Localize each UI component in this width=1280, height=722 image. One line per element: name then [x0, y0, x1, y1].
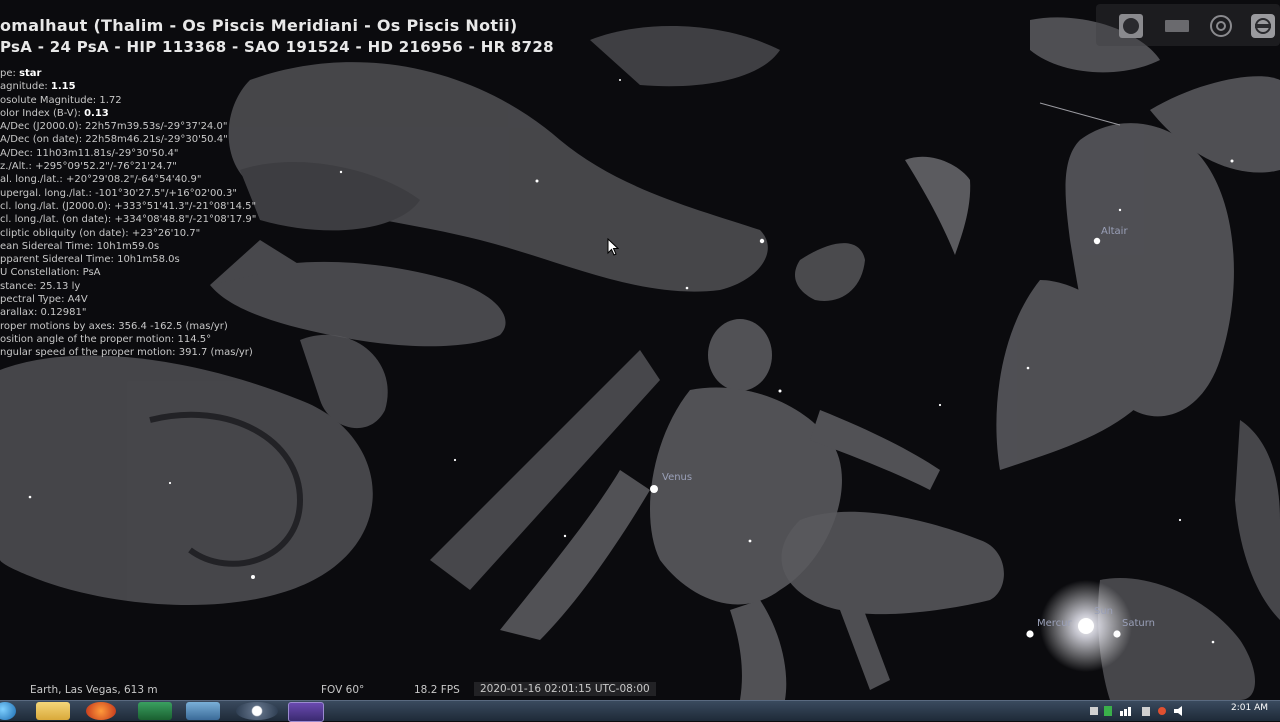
meteor-trail — [1039, 102, 1121, 126]
info-line-label: ean Sidereal Time: 10h1m59.0s — [0, 240, 160, 252]
info-line: stance: 25.13 ly — [0, 280, 256, 293]
info-line: agnitude: 1.15 — [0, 80, 256, 93]
app-window-icon[interactable] — [186, 702, 220, 720]
stellarium-icon[interactable] — [288, 702, 324, 722]
info-line-label: arallax: 0.12981" — [0, 307, 87, 319]
saturn-label[interactable]: Saturn — [1122, 618, 1155, 629]
info-line-label: A/Dec (J2000.0): 22h57m39.53s/-29°37'24.… — [0, 121, 228, 133]
info-line: osition angle of the proper motion: 114.… — [0, 333, 256, 346]
object-info-lines: pe: star agnitude: 1.15 osolute Magnitude:… — [0, 67, 256, 360]
object-identifiers: PsA - 24 PsA - HIP 113368 - SAO 191524 -… — [0, 38, 554, 56]
info-line: z./Alt.: +295°09'52.2"/-76°21'24.7" — [0, 160, 256, 173]
info-line: cliptic obliquity (on date): +23°26'10.7… — [0, 227, 256, 240]
file-explorer-icon[interactable] — [36, 702, 70, 720]
location-label[interactable]: Earth, Las Vegas, 613 m — [30, 684, 158, 696]
constellation-art-equuleus — [795, 243, 865, 301]
target-icon[interactable] — [1208, 13, 1234, 39]
info-line: cl. long./lat. (J2000.0): +333°51'41.3"/… — [0, 200, 256, 213]
info-line: pparent Sidereal Time: 10h1m58.0s — [0, 253, 256, 266]
info-line: roper motions by axes: 356.4 -162.5 (mas… — [0, 320, 256, 333]
constellation-art-aquila — [996, 17, 1280, 470]
object-title: omalhaut (Thalim - Os Piscis Meridiani -… — [0, 16, 518, 35]
screen-icon[interactable] — [1118, 13, 1144, 39]
info-line-label: U Constellation: PsA — [0, 267, 101, 279]
info-line-label: osition angle of the proper motion: 114.… — [0, 333, 212, 345]
info-line: upergal. long./lat.: -101°30'27.5"/+16°0… — [0, 187, 256, 200]
system-tray: 2:01 AM — [1080, 701, 1280, 721]
info-line-label: osolute Magnitude: 1.72 — [0, 94, 122, 106]
info-line: pe: star — [0, 67, 256, 80]
info-line-label: A/Dec: 11h03m11.81s/-29°30'50.4" — [0, 147, 179, 159]
info-line-value: 0.13 — [84, 107, 109, 119]
info-line-label: olor Index (B-V): — [0, 107, 85, 119]
info-line: A/Dec (on date): 22h58m46.21s/-29°30'50.… — [0, 133, 256, 146]
info-line: al. long./lat.: +20°29'08.2"/-64°54'40.9… — [0, 173, 256, 186]
info-line: olor Index (B-V): 0.13 — [0, 107, 256, 120]
start-orb-icon[interactable] — [0, 702, 16, 720]
fps-label: 18.2 FPS — [414, 684, 460, 696]
window-icon[interactable] — [1164, 13, 1190, 39]
info-line: U Constellation: PsA — [0, 266, 256, 279]
info-line: osolute Magnitude: 1.72 — [0, 94, 256, 107]
constellation-art-wave — [0, 334, 388, 605]
info-line-label: roper motions by axes: 356.4 -162.5 (mas… — [0, 320, 228, 332]
info-line-label: z./Alt.: +295°09'52.2"/-76°21'24.7" — [0, 161, 177, 173]
info-line-label: ngular speed of the proper motion: 391.7… — [0, 347, 253, 359]
constellation-art-bottom-right — [1098, 420, 1280, 700]
sun-label[interactable]: Sun — [1094, 606, 1113, 617]
mercury-label[interactable]: Mercur — [1037, 618, 1072, 629]
info-line: cl. long./lat. (on date): +334°08'48.8"/… — [0, 213, 256, 226]
info-line-label: cl. long./lat. (on date): +334°08'48.8"/… — [0, 214, 257, 226]
status-bar: Earth, Las Vegas, 613 m FOV 60° 18.2 FPS… — [0, 680, 680, 700]
sun-disc[interactable] — [1078, 618, 1094, 634]
info-line-label: al. long./lat.: +20°29'08.2"/-64°54'40.9… — [0, 174, 202, 186]
firefox-icon[interactable] — [86, 702, 116, 720]
info-line: pectral Type: A4V — [0, 293, 256, 306]
info-line-label: A/Dec (on date): 22h58m46.21s/-29°30'50.… — [0, 134, 228, 146]
taskbar: 2:01 AM — [0, 700, 1280, 722]
info-line-value: star — [19, 68, 42, 79]
app-green-icon[interactable] — [138, 702, 172, 720]
info-line-value: 1.15 — [50, 81, 76, 93]
info-line-label: pectral Type: A4V — [0, 294, 88, 306]
info-line-label: agnitude: — [0, 81, 51, 93]
info-line: A/Dec: 11h03m11.81s/-29°30'50.4" — [0, 147, 256, 160]
info-line: arallax: 0.12981" — [0, 306, 256, 319]
taskbar-clock[interactable]: 2:01 AM — [1231, 703, 1268, 713]
constellation-art-whale — [228, 26, 780, 292]
datetime-label[interactable]: 2020-01-16 02:01:15 UTC-08:00 — [474, 682, 656, 696]
info-line-label: stance: 25.13 ly — [0, 280, 81, 292]
tray-icons[interactable] — [1090, 705, 1190, 717]
app-disc-icon[interactable] — [236, 702, 278, 720]
info-line: ean Sidereal Time: 10h1m59.0s — [0, 240, 256, 253]
info-line-label: cliptic obliquity (on date): +23°26'10.7… — [0, 227, 201, 239]
info-line-label: pe: — [0, 68, 20, 79]
constellation-art-capricornus — [781, 511, 1004, 690]
info-line: A/Dec (J2000.0): 22h57m39.53s/-29°37'24.… — [0, 120, 256, 133]
mouse-cursor-icon — [607, 238, 619, 256]
constellation-art-delphinus — [905, 156, 971, 255]
venus-label[interactable]: Venus — [662, 472, 692, 483]
top-button-bar — [1096, 4, 1280, 46]
fov-label: FOV 60° — [321, 684, 365, 696]
info-line: ngular speed of the proper motion: 391.7… — [0, 346, 256, 359]
altair-label[interactable]: Altair — [1101, 226, 1128, 237]
info-line-label: cl. long./lat. (J2000.0): +333°51'41.3"/… — [0, 200, 257, 212]
info-line-label: upergal. long./lat.: -101°30'27.5"/+16°0… — [0, 187, 237, 199]
quit-icon[interactable] — [1250, 13, 1276, 39]
info-line-label: pparent Sidereal Time: 10h1m58.0s — [0, 254, 180, 266]
